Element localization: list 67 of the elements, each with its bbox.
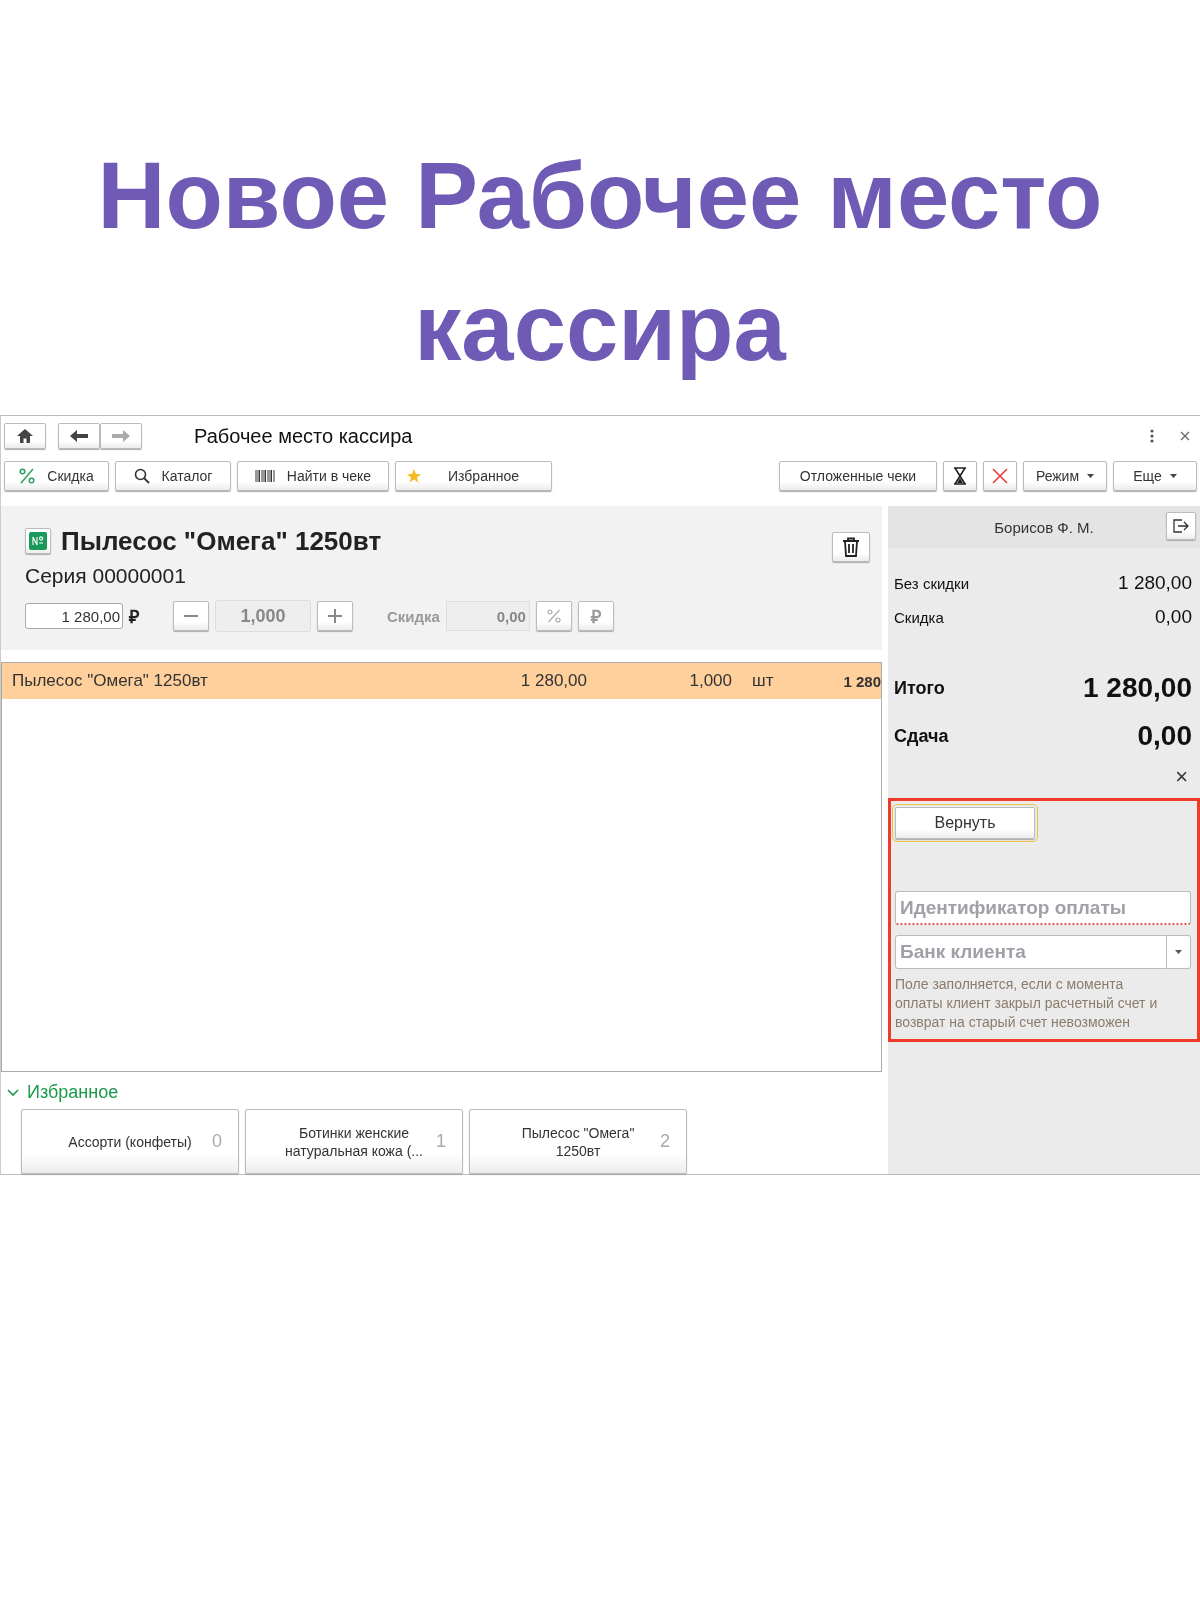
arrow-left-icon [70,430,88,442]
hourglass-icon [953,467,967,485]
back-button[interactable] [58,423,100,449]
return-button[interactable]: Вернуть [895,807,1035,839]
home-button[interactable] [4,423,46,449]
total-label: Итого [894,677,945,699]
favorites-toggle[interactable]: Избранное [7,1082,882,1103]
cross-icon [992,468,1008,484]
favorite-item-button[interactable]: Пылесос "Омега" 1250вт 2 [469,1109,687,1174]
table-cell-text: Пылесос "Омега" 1250вт [11,671,209,692]
dropdown-button[interactable]: Режим [1023,461,1107,491]
toolbar-button[interactable]: Скидка [4,461,109,491]
currency-sign: ₽ [129,606,139,628]
caret-icon [1175,950,1182,954]
delete-button[interactable] [832,532,870,562]
headline: Новое Рабочее место кассира [96,142,1104,382]
arrow-right-icon [112,430,130,442]
hourglass-button[interactable] [943,461,977,491]
series-label: Серия 00000001 [25,564,187,588]
total-value: 1 280,00 [1083,672,1192,704]
percent-icon [546,609,561,623]
chevron-icon [7,1088,19,1097]
toolbar-button[interactable]: Найти в чеке [237,461,389,491]
number-button[interactable] [25,528,51,554]
close-button[interactable]: × [1171,764,1192,790]
decrease-button[interactable] [173,601,209,631]
percent-icon [19,468,36,484]
total-label: Скидка [894,608,944,626]
increase-button[interactable] [317,601,353,631]
table-cell-text: 1 280,00 [519,671,587,692]
price-field[interactable]: 1 280,00 [25,603,123,629]
caret-icon [1087,474,1095,478]
exit-icon [1173,519,1189,533]
window-title: Рабочее место кассира [194,424,414,448]
favorite-item-button[interactable]: Ассорти (конфеты) 0 [21,1109,239,1174]
close-icon[interactable] [1180,431,1190,441]
trash-icon [842,537,860,557]
toolbar-button[interactable]: Избранное [395,461,552,491]
table-cell-text: шт [751,671,775,692]
table-cell-text: 1,000 [688,671,732,692]
hint-text: Поле заполняется, если с момента оплаты клиент закрыл расчетный счет и возврат на старый счет невозможен [895,975,1159,1032]
dropdown-button[interactable]: Еще [1113,461,1197,491]
toolbar-button[interactable]: Каталог [115,461,231,491]
logout-button[interactable] [1166,512,1196,540]
total-value: 0,00 [1137,720,1192,752]
number-sign-icon [29,532,47,550]
table-cell-text: 1 280 [842,672,881,690]
toolbar-button[interactable]: Отложенные чеки [779,461,937,491]
bank-field[interactable]: Банк клиента [895,935,1167,969]
more-icon[interactable] [1150,429,1154,443]
search-icon [133,468,150,484]
receipt-row[interactable]: Пылесос "Омега" 1250вт 1 280,00 1,000 шт 1 280 [2,663,881,700]
product-name: Пылесос "Омега" 1250вт [61,525,382,557]
caret-icon [1169,474,1177,478]
cashier-name: Борисов Ф. М. [994,518,1094,536]
total-value: 0,00 [1155,606,1192,628]
barcode-icon [254,470,275,482]
plus-icon [328,609,342,623]
discount-label: Скидка [387,607,440,625]
payment-id-field[interactable]: Идентификатор оплаты [895,891,1191,925]
home-icon [17,429,33,443]
cancel-button[interactable] [983,461,1017,491]
total-label: Сдача [894,725,949,747]
star-icon [406,468,422,484]
total-value: 1 280,00 [1118,572,1192,594]
minus-icon [184,615,198,617]
total-label: Без скидки [894,574,970,592]
